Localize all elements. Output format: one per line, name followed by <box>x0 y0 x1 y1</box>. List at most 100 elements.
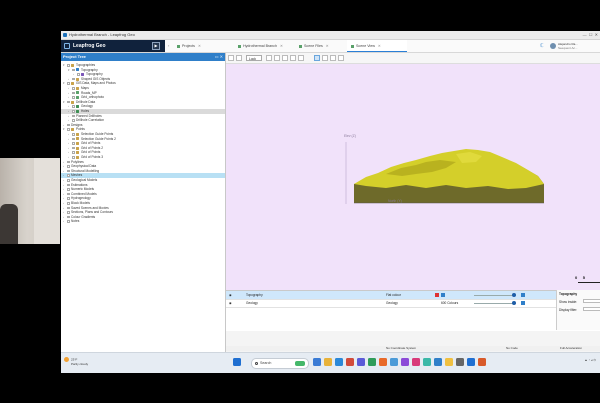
checkbox[interactable] <box>67 202 70 205</box>
legend-button[interactable]: 600 Colours <box>441 299 458 307</box>
checkbox[interactable] <box>67 220 70 223</box>
eye-icon[interactable]: ◉ <box>229 299 232 307</box>
checkbox[interactable] <box>67 206 70 210</box>
play-icon[interactable] <box>521 293 525 297</box>
taskbar-app-icon[interactable] <box>401 358 409 366</box>
select-icon[interactable] <box>314 55 320 61</box>
taskbar-app-icon[interactable] <box>434 358 442 366</box>
colour-swatch[interactable] <box>435 293 439 297</box>
checkbox[interactable] <box>72 110 75 113</box>
checkbox[interactable] <box>72 151 75 154</box>
colour-selector[interactable]: Geology <box>386 299 398 307</box>
taskbar-search[interactable]: Search <box>251 358 309 369</box>
checkbox[interactable] <box>67 64 70 67</box>
close-icon[interactable]: ✕ <box>280 44 283 48</box>
tab-hydrothermal-branch[interactable]: Hydrothermal Branch ✕ <box>234 40 292 52</box>
property-value-field[interactable] <box>583 307 600 311</box>
checkbox[interactable] <box>67 128 70 131</box>
close-icon[interactable]: ✕ <box>326 44 329 48</box>
tab-projects[interactable]: Projects ✕ <box>173 40 231 52</box>
orbit-icon[interactable] <box>266 55 272 61</box>
start-icon[interactable] <box>233 358 241 366</box>
pan-icon[interactable] <box>274 55 280 61</box>
colour-swatch[interactable] <box>441 293 445 297</box>
ruler-icon[interactable] <box>322 55 328 61</box>
play-icon[interactable] <box>521 301 525 305</box>
checkbox[interactable] <box>72 77 75 81</box>
edit-icon[interactable] <box>338 55 344 61</box>
scene-icon[interactable] <box>228 55 234 61</box>
taskbar-app-icon[interactable] <box>313 358 321 366</box>
scene-view[interactable]: Elev (Z) North (Y) 0 5 <box>226 64 600 298</box>
checkbox[interactable] <box>67 123 70 127</box>
checkbox[interactable] <box>67 179 70 182</box>
checkbox[interactable] <box>72 156 75 159</box>
checkbox[interactable] <box>72 146 75 150</box>
checkbox[interactable] <box>72 91 75 95</box>
taskbar-app-icon[interactable] <box>467 358 475 366</box>
taskbar-app-icon[interactable] <box>423 358 431 366</box>
chevron-right-icon[interactable]: › <box>63 219 66 224</box>
taskbar-app-icon[interactable] <box>445 358 453 366</box>
measure-icon[interactable] <box>298 55 304 61</box>
transparency-slider[interactable] <box>474 301 516 305</box>
window-controls[interactable]: — ☐ ✕ <box>583 32 598 37</box>
taskbar-app-icon[interactable] <box>478 358 486 366</box>
slider-thumb[interactable] <box>512 301 516 305</box>
checkbox[interactable] <box>67 192 70 196</box>
checkbox[interactable] <box>72 68 75 72</box>
taskbar-app-icon[interactable] <box>346 358 354 366</box>
colour-selector[interactable]: Flat colour <box>386 291 401 299</box>
checkbox[interactable] <box>67 82 70 85</box>
weather-widget[interactable]: 23°F Partly cloudy <box>64 357 88 366</box>
slice-icon[interactable] <box>290 55 296 61</box>
taskbar-app-icon[interactable] <box>456 358 464 366</box>
taskbar-app-icon[interactable] <box>390 358 398 366</box>
slider-thumb[interactable] <box>512 293 516 297</box>
property-value-field[interactable] <box>583 299 600 303</box>
transparency-slider[interactable] <box>474 293 516 297</box>
checkbox[interactable] <box>67 174 70 177</box>
tab-scene-files[interactable]: Scene Files ✕ <box>295 40 345 52</box>
tree-item[interactable]: › Notes <box>61 219 225 224</box>
pencil-icon[interactable] <box>282 55 288 61</box>
checkbox[interactable] <box>67 197 70 200</box>
taskbar-app-icon[interactable] <box>412 358 420 366</box>
checkbox[interactable] <box>67 188 70 191</box>
checkbox[interactable] <box>67 183 70 187</box>
panel-controls[interactable]: ▭ ✕ <box>215 54 223 59</box>
checkbox[interactable] <box>77 73 80 76</box>
play-icon[interactable]: ▶ <box>152 42 160 50</box>
checkbox[interactable] <box>72 105 75 108</box>
checkbox[interactable] <box>72 133 75 136</box>
nav-arrow-icon[interactable]: ‹ <box>168 43 169 48</box>
user-area[interactable]: ℂ Alejandro Ra... Seequent Ac... <box>538 40 598 52</box>
checkbox[interactable] <box>72 119 75 122</box>
look-dropdown[interactable]: Look <box>246 55 262 61</box>
checkbox[interactable] <box>67 165 70 168</box>
checkbox[interactable] <box>72 96 75 99</box>
checkbox[interactable] <box>72 137 75 141</box>
tab-scene-view[interactable]: Scene View ✕ <box>347 40 407 52</box>
system-tray[interactable]: ▲ ◔ ◕ ⏻ <box>585 358 596 362</box>
eye-icon[interactable]: ◉ <box>229 291 232 299</box>
checkbox[interactable] <box>67 211 70 214</box>
checkbox[interactable] <box>72 114 75 118</box>
checkbox[interactable] <box>72 142 75 145</box>
shape-list-row[interactable]: ◉ Geology Geology 600 Colours <box>226 299 556 308</box>
avatar[interactable] <box>550 43 556 49</box>
checkbox[interactable] <box>67 100 70 104</box>
checkbox[interactable] <box>72 87 75 90</box>
close-icon[interactable]: ✕ <box>198 44 201 48</box>
close-icon[interactable]: ✕ <box>378 44 381 48</box>
scene-list-icon[interactable] <box>236 55 242 61</box>
checkbox[interactable] <box>67 169 70 173</box>
taskbar-app-icon[interactable] <box>368 358 376 366</box>
checkbox[interactable] <box>67 160 70 164</box>
taskbar-app-icon[interactable] <box>379 358 387 366</box>
draw-icon[interactable] <box>330 55 336 61</box>
checkbox[interactable] <box>67 215 70 219</box>
taskbar-app-icon[interactable] <box>357 358 365 366</box>
taskbar-app-icon[interactable] <box>335 358 343 366</box>
taskbar-app-icon[interactable] <box>324 358 332 366</box>
